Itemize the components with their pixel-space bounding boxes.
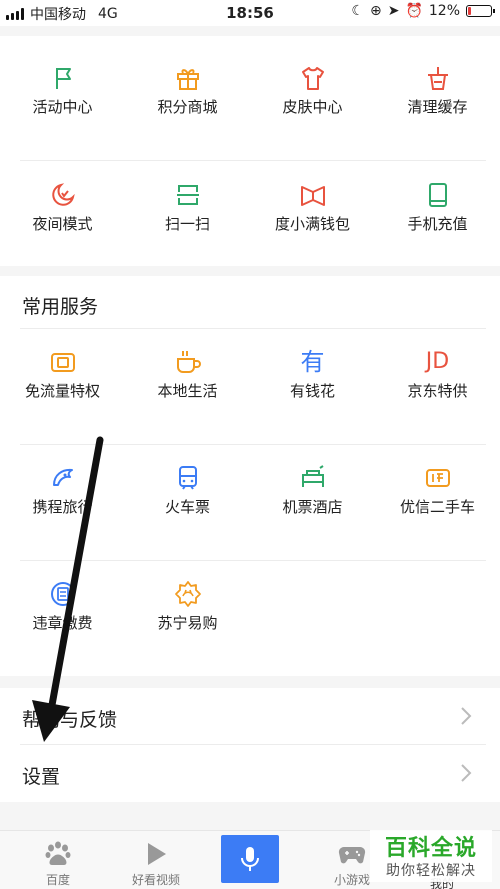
location-icon: ➤ <box>387 3 400 19</box>
baidu-paw-icon <box>45 841 71 865</box>
settings-item[interactable]: 设置 <box>0 745 500 802</box>
cup-icon <box>176 351 201 373</box>
train-ticket-label: 火车票 <box>164 498 210 516</box>
broom-basket-icon <box>427 67 448 90</box>
tools-card: 活动中心 积分商城 皮肤中心 清理缓存 夜间模式 扫一扫 度小满钱包 手机充值 <box>0 36 500 266</box>
gamepad-icon <box>338 846 366 864</box>
flight-hotel-button[interactable]: 机票酒店 <box>250 446 375 561</box>
traffic-fine-button[interactable]: 违章缴费 <box>0 562 125 677</box>
play-icon <box>148 843 166 865</box>
help-feedback-label: 帮助与反馈 <box>22 709 118 731</box>
scan-label: 扫一扫 <box>164 215 210 233</box>
ctrip-label: 携程旅行 <box>32 498 93 516</box>
clear-cache-label: 清理缓存 <box>407 98 468 116</box>
status-bar: 中国移动 4G 18:56 ☾ ⊕ ➤ ⏰ 12% <box>0 0 500 26</box>
suning-icon <box>174 581 201 607</box>
chevron-right-icon <box>461 764 472 782</box>
jd-icon: JD <box>425 349 450 374</box>
tools-row-2: 夜间模式 扫一扫 度小满钱包 手机充值 <box>0 163 500 278</box>
free-data-label: 免流量特权 <box>24 382 100 400</box>
tshirt-icon <box>301 67 324 90</box>
phone-book-icon <box>428 183 447 207</box>
status-right: ☾ ⊕ ➤ ⏰ 12% <box>351 3 495 19</box>
night-mode-button[interactable]: 夜间模式 <box>0 163 125 278</box>
jd-label: 京东特供 <box>407 382 468 400</box>
gift-icon <box>176 69 199 90</box>
settings-label: 设置 <box>22 766 61 788</box>
scan-button[interactable]: 扫一扫 <box>125 163 250 278</box>
points-mall-label: 积分商城 <box>157 98 218 116</box>
battery-icon <box>466 5 495 17</box>
chevron-right-icon <box>461 707 472 725</box>
youqianhua-button[interactable]: 有 有钱花 <box>250 330 375 445</box>
youqianhua-label: 有钱花 <box>289 382 335 400</box>
services-row-1: 免流量特权 本地生活 有 有钱花 JD 京东特供 <box>0 330 500 445</box>
tab-home-label: 百度 <box>45 873 70 887</box>
suning-label: 苏宁易购 <box>157 614 218 632</box>
free-data-button[interactable]: 免流量特权 <box>0 330 125 445</box>
scan-icon <box>176 185 199 205</box>
tab-video-label: 好看视频 <box>131 873 180 887</box>
services-row-2: 携程旅行 火车票 机票酒店 优信二手车 <box>0 446 500 561</box>
watermark-title: 百科全说 <box>384 836 477 861</box>
alarm-icon: ⏰ <box>405 3 423 19</box>
skin-center-button[interactable]: 皮肤中心 <box>250 46 375 161</box>
train-ticket-button[interactable]: 火车票 <box>125 446 250 561</box>
microphone-icon <box>241 847 259 871</box>
night-mode-label: 夜间模式 <box>32 215 93 233</box>
mobile-recharge-label: 手机充值 <box>407 215 468 233</box>
local-life-button[interactable]: 本地生活 <box>125 330 250 445</box>
local-life-label: 本地生活 <box>157 382 218 400</box>
traffic-fine-label: 违章缴费 <box>32 614 93 632</box>
used-car-label: 优信二手车 <box>399 498 475 516</box>
ticket-icon <box>50 582 75 606</box>
suning-button[interactable]: 苏宁易购 <box>125 562 250 677</box>
jd-button[interactable]: JD 京东特供 <box>375 330 500 445</box>
wallet-button[interactable]: 度小满钱包 <box>250 163 375 278</box>
clear-cache-button[interactable]: 清理缓存 <box>375 46 500 161</box>
used-car-button[interactable]: 优信二手车 <box>375 446 500 561</box>
tab-home[interactable]: 百度 <box>8 831 108 889</box>
mobile-recharge-button[interactable]: 手机充值 <box>375 163 500 278</box>
train-icon <box>178 466 197 490</box>
data-card-icon <box>50 353 75 372</box>
voice-search-button[interactable] <box>221 835 279 883</box>
help-feedback-item[interactable]: 帮助与反馈 <box>0 688 500 745</box>
bed-icon <box>301 465 324 487</box>
services-divider <box>20 328 486 329</box>
tools-row-1: 活动中心 积分商城 皮肤中心 清理缓存 <box>0 46 500 161</box>
points-mall-button[interactable]: 积分商城 <box>125 46 250 161</box>
ctrip-button[interactable]: 携程旅行 <box>0 446 125 561</box>
dolphin-icon <box>52 468 73 486</box>
activity-center-button[interactable]: 活动中心 <box>0 46 125 161</box>
services-row-3: 违章缴费 苏宁易购 <box>0 562 500 677</box>
watermark-subtitle: 助你轻松解决 <box>386 863 476 879</box>
wallet-label: 度小满钱包 <box>274 215 350 233</box>
money-char-icon: 有 <box>300 348 325 376</box>
skin-center-label: 皮肤中心 <box>282 98 343 116</box>
activity-center-label: 活动中心 <box>32 98 93 116</box>
battery-percent: 12% <box>428 3 460 19</box>
tab-video[interactable]: 好看视频 <box>106 831 206 889</box>
services-title: 常用服务 <box>22 296 99 318</box>
wallet-book-icon <box>300 186 325 206</box>
flag-icon <box>55 68 71 89</box>
rotation-lock-icon: ⊕ <box>369 3 382 19</box>
moon-icon <box>51 183 75 206</box>
flight-hotel-label: 机票酒店 <box>282 498 343 516</box>
watermark: 百科全说 助你轻松解决 <box>370 830 492 882</box>
used-car-icon <box>425 469 450 487</box>
do-not-disturb-icon: ☾ <box>351 3 364 19</box>
